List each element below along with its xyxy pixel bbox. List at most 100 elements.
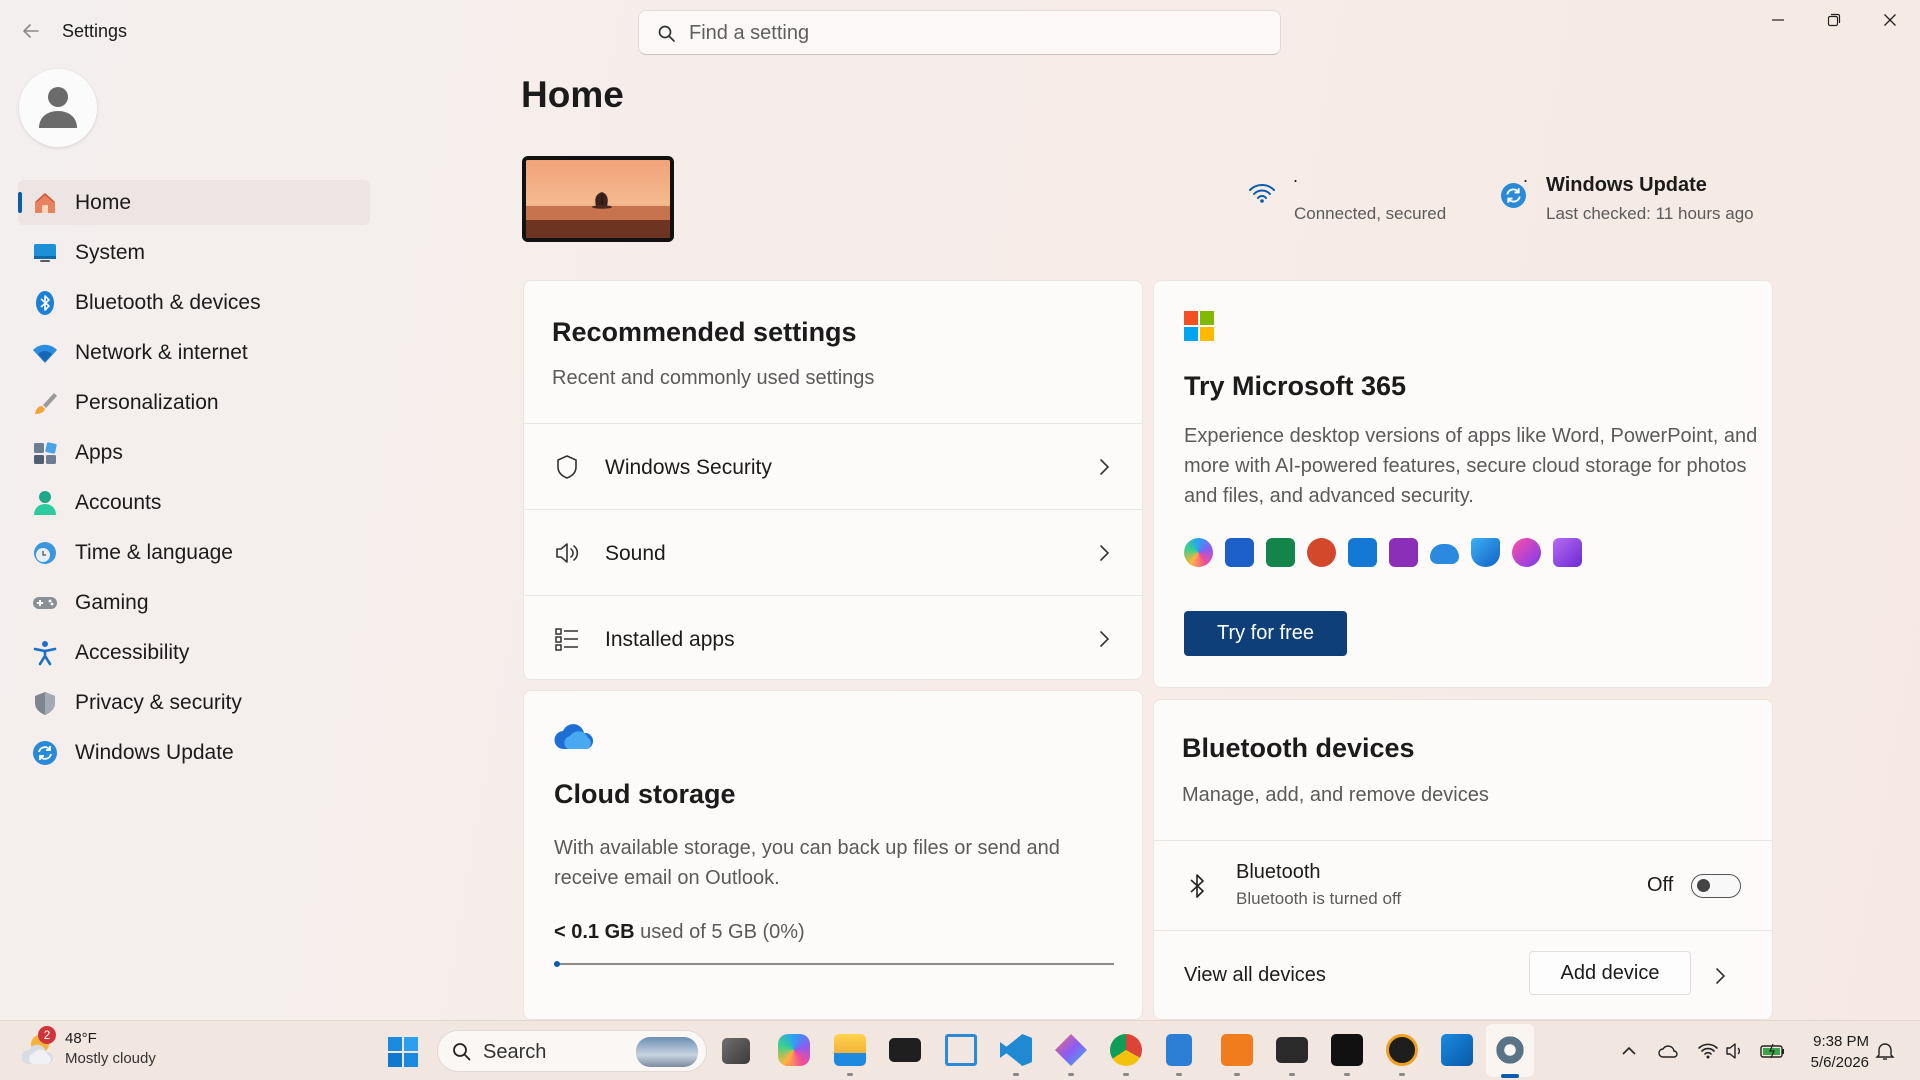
app-running-indicator: [1234, 1073, 1240, 1076]
wifi-icon: [33, 344, 57, 363]
taskbar-search[interactable]: Search: [437, 1030, 707, 1072]
user-avatar[interactable]: [19, 69, 97, 147]
storage-progress-fill: [554, 961, 560, 967]
storage-used: < 0.1 GB: [554, 921, 635, 943]
file-explorer-icon[interactable]: [834, 1034, 866, 1066]
card-subtitle: Recent and commonly used settings: [552, 367, 875, 389]
try-for-free-button[interactable]: Try for free: [1184, 611, 1347, 656]
clock-time: 9:38 PM: [1813, 1033, 1869, 1050]
shield-icon: [35, 692, 55, 715]
app-title: Settings: [62, 21, 128, 41]
xampp-icon[interactable]: [1221, 1034, 1253, 1066]
minimize-button[interactable]: [1750, 6, 1806, 34]
media-player-icon[interactable]: [1386, 1034, 1418, 1066]
add-device-button[interactable]: Add device: [1529, 951, 1691, 995]
home-icon: [35, 193, 55, 213]
terminal-icon[interactable]: [889, 1038, 921, 1062]
view-all-devices-link[interactable]: View all devices: [1184, 964, 1326, 987]
sidebar-item-apps[interactable]: Apps: [18, 430, 370, 475]
sidebar-item-personalization[interactable]: Personalization: [18, 380, 370, 425]
sidebar-item-label: System: [75, 241, 146, 264]
wallpaper-thumbnail[interactable]: [522, 156, 674, 242]
sidebar-item-gaming[interactable]: Gaming: [18, 580, 370, 625]
sidebar-item-label: Time & language: [75, 541, 233, 564]
title-bar: Settings: [0, 0, 1920, 62]
taskbar-clock[interactable]: 9:38 PM 5/6/2026: [1789, 1031, 1869, 1073]
sidebar-item-bluetooth[interactable]: Bluetooth & devices: [18, 280, 370, 325]
sidebar-item-accounts[interactable]: Accounts: [18, 480, 370, 525]
snipping-tool-icon[interactable]: [945, 1034, 977, 1066]
settings-gear-icon[interactable]: [1494, 1034, 1526, 1066]
vscode-icon[interactable]: [1000, 1034, 1032, 1066]
close-icon: [1884, 14, 1896, 26]
search-input[interactable]: [689, 17, 1259, 49]
notepad-icon[interactable]: [1166, 1034, 1192, 1066]
close-button[interactable]: [1862, 6, 1918, 34]
app-running-indicator: [1289, 1073, 1295, 1076]
app-running-indicator: [1013, 1073, 1019, 1076]
minimize-icon: [1772, 19, 1784, 21]
weather-widget[interactable]: 2 48°F Mostly cloudy: [20, 1026, 156, 1070]
bluetooth-toggle[interactable]: [1691, 874, 1741, 898]
bluetooth-icon: [36, 291, 54, 315]
recommended-row-installed-apps[interactable]: Installed apps: [524, 595, 1142, 681]
app-store-icon[interactable]: [1441, 1034, 1473, 1066]
clock-globe-icon: [34, 542, 56, 564]
onedrive-tray-icon[interactable]: [1658, 1041, 1678, 1061]
view-all-devices-row[interactable]: View all devices Add device: [1154, 930, 1772, 1020]
sidebar-item-label: Windows Update: [75, 741, 234, 764]
task-view-icon[interactable]: [722, 1038, 750, 1064]
command-prompt-icon[interactable]: [1276, 1037, 1308, 1063]
person-icon: [34, 491, 56, 515]
sidebar-item-label: Network & internet: [75, 341, 248, 364]
sidebar-item-system[interactable]: System: [18, 230, 370, 275]
brush-icon: [35, 393, 57, 414]
bluetooth-row-status: Bluetooth is turned off: [1236, 889, 1402, 908]
toggle-state-label: Off: [1647, 874, 1674, 896]
row-label: Sound: [605, 542, 666, 565]
row-label: Installed apps: [605, 628, 735, 651]
recommended-row-sound[interactable]: Sound: [524, 509, 1142, 595]
recommended-row-windows-security[interactable]: Windows Security: [524, 423, 1142, 509]
chevron-up-icon[interactable]: [1619, 1041, 1639, 1061]
back-button[interactable]: [18, 18, 44, 44]
speaker-icon: [556, 543, 579, 563]
page-title: Home: [521, 74, 624, 115]
gamepad-icon: [33, 597, 57, 609]
storage-total: used of 5 GB (0%): [640, 921, 805, 943]
chevron-right-icon[interactable]: [1714, 966, 1726, 986]
sidebar-item-network[interactable]: Network & internet: [18, 330, 370, 375]
outlook-icon: [1348, 538, 1377, 567]
windows-start-icon[interactable]: [388, 1037, 418, 1067]
sidebar-item-time-language[interactable]: Time & language: [18, 530, 370, 575]
app-bolt-icon[interactable]: [1055, 1034, 1087, 1066]
battery-charging-icon[interactable]: [1760, 1041, 1786, 1061]
restore-button[interactable]: [1806, 6, 1862, 34]
excel-icon: [1266, 538, 1295, 567]
sidebar-item-privacy-security[interactable]: Privacy & security: [18, 680, 370, 725]
card-description: Experience desktop versions of apps like…: [1184, 425, 1758, 507]
app-z-icon[interactable]: [1331, 1034, 1363, 1066]
update-last-checked: Last checked: 11 hours ago: [1546, 204, 1754, 223]
wallpaper-image: [526, 160, 670, 238]
sidebar-item-windows-update[interactable]: Windows Update: [18, 730, 370, 775]
wifi-tray-icon[interactable]: [1698, 1041, 1718, 1061]
taskbar: 2 48°F Mostly cloudy Search 9:38 PM 5/6/…: [0, 1020, 1920, 1080]
copilot-icon[interactable]: [778, 1034, 810, 1066]
clipchamp-icon: [1553, 538, 1582, 567]
sidebar-item-label: Personalization: [75, 391, 219, 414]
notification-bell-icon[interactable]: [1875, 1041, 1895, 1061]
microsoft-365-card: Try Microsoft 365 Experience desktop ver…: [1153, 280, 1773, 688]
app-running-indicator: [1399, 1073, 1405, 1076]
sidebar-item-accessibility[interactable]: Accessibility: [18, 630, 370, 675]
search-icon: [658, 25, 675, 42]
network-status-text: Connected, secured: [1294, 204, 1447, 223]
sidebar-item-home[interactable]: Home: [18, 180, 370, 225]
chrome-icon[interactable]: [1110, 1034, 1142, 1066]
bluetooth-icon: [1190, 874, 1204, 898]
search-box[interactable]: [638, 10, 1281, 55]
onedrive-cloud-icon: [554, 724, 594, 750]
designer-icon: [1512, 538, 1541, 567]
chevron-right-icon: [1100, 459, 1110, 475]
volume-tray-icon[interactable]: [1725, 1041, 1745, 1061]
